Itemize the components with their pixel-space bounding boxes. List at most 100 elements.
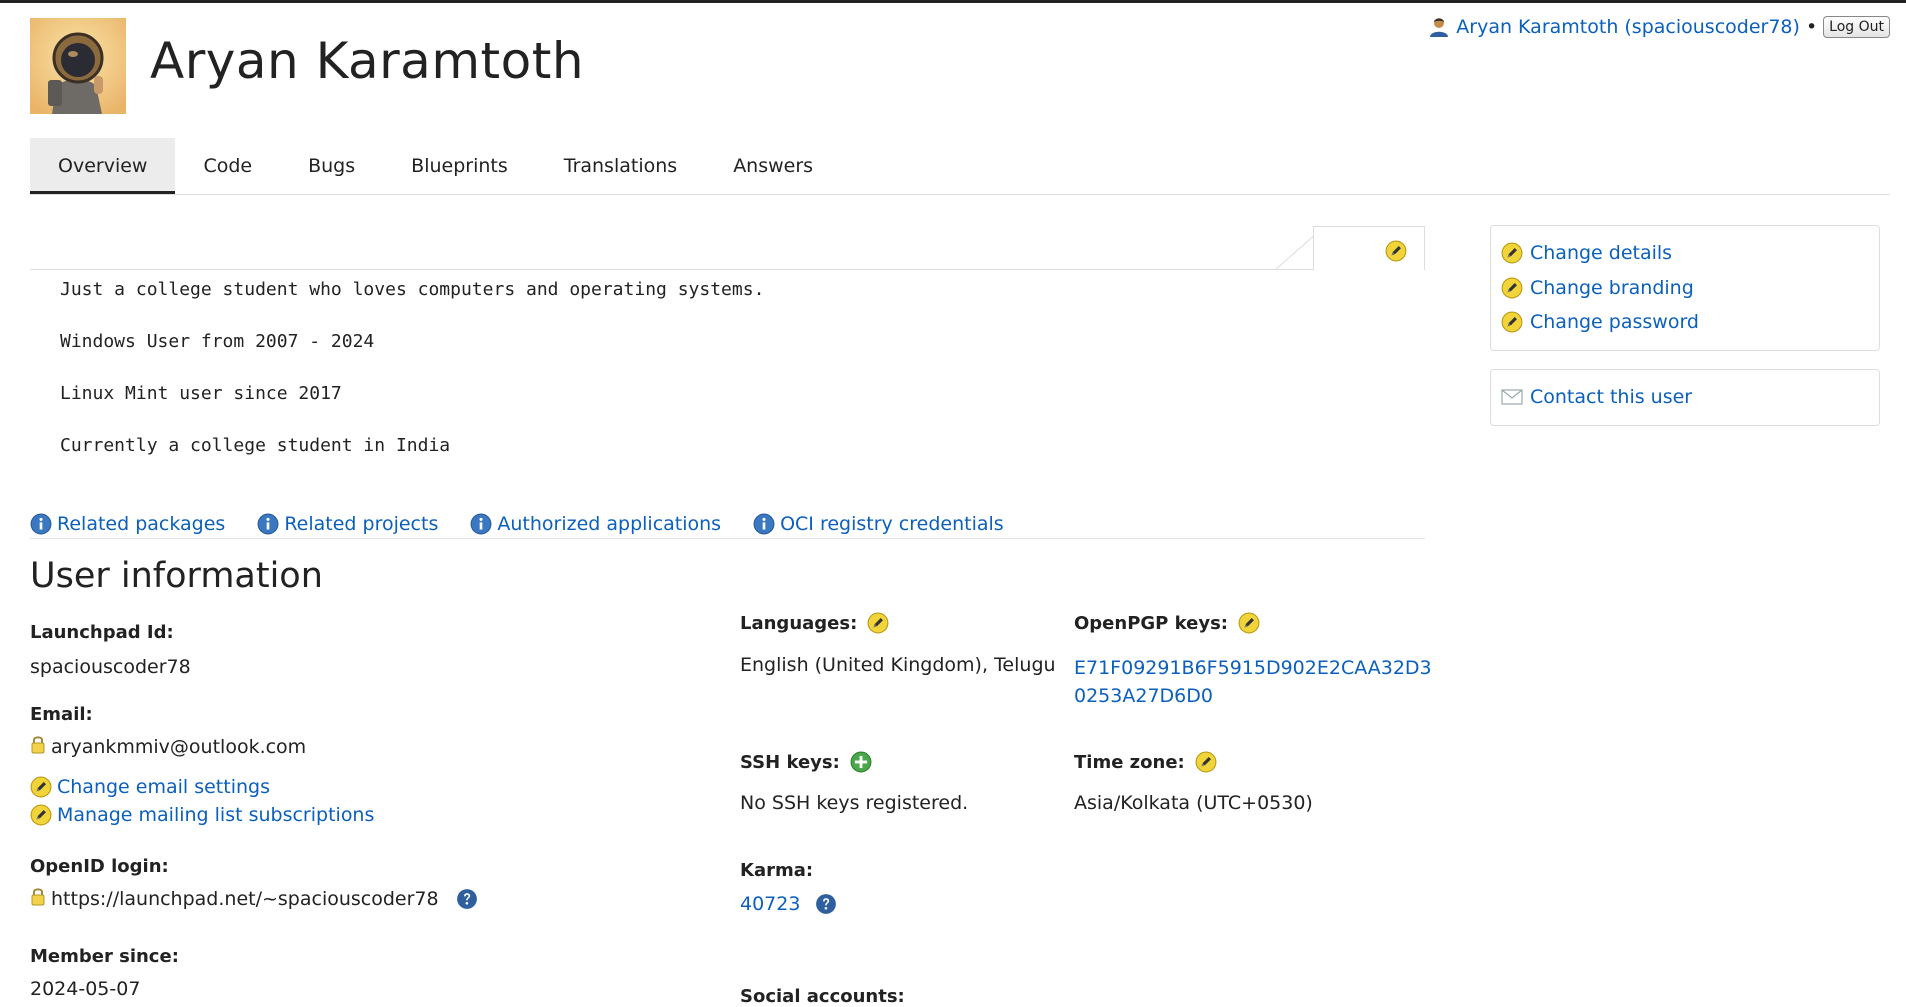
main-tabs: Overview Code Bugs Blueprints Translatio…	[30, 138, 1890, 195]
tab-blueprints[interactable]: Blueprints	[383, 138, 536, 194]
email-label-text: Email:	[30, 704, 93, 725]
tab-answers[interactable]: Answers	[705, 138, 841, 194]
related-links-bar: Related packages Related projects Author…	[30, 510, 1425, 539]
time-zone-label-text: Time zone:	[1074, 751, 1185, 773]
lock-icon	[30, 886, 46, 906]
oci-registry-credentials-label[interactable]: OCI registry credentials	[780, 513, 1004, 535]
change-password-label[interactable]: Change password	[1530, 311, 1699, 333]
launchpad-id-label-text: Launchpad Id:	[30, 622, 174, 643]
openpgp-keys-label-text: OpenPGP keys:	[1074, 612, 1228, 634]
mail-icon	[1501, 389, 1523, 405]
bio-edit-tab	[1313, 226, 1425, 270]
related-projects-link[interactable]: Related projects	[257, 510, 438, 538]
related-projects-label[interactable]: Related projects	[284, 513, 438, 535]
change-branding-link[interactable]: Change branding	[1501, 271, 1869, 306]
login-separator: •	[1805, 16, 1818, 38]
ssh-keys-label-text: SSH keys:	[740, 751, 840, 773]
tab-code[interactable]: Code	[175, 138, 280, 194]
authorized-applications-label[interactable]: Authorized applications	[497, 513, 721, 535]
page-title: Aryan Karamtoth	[150, 32, 585, 90]
bio-line: Currently a college student in India	[60, 435, 451, 456]
bio-line: Just a college student who loves compute…	[60, 279, 765, 300]
section-title-user-information: User information	[30, 556, 323, 596]
contact-box: Contact this user	[1490, 369, 1880, 426]
time-zone-label: Time zone:	[1074, 751, 1217, 773]
contact-user-label[interactable]: Contact this user	[1530, 386, 1692, 408]
edit-icon	[1501, 242, 1523, 264]
edit-icon	[30, 804, 52, 826]
tab-translations[interactable]: Translations	[536, 138, 705, 194]
launchpad-id-label: Launchpad Id:	[30, 622, 174, 643]
edit-icon	[30, 776, 52, 798]
edit-icon	[1501, 277, 1523, 299]
openid-label-text: OpenID login:	[30, 856, 169, 877]
change-details-label[interactable]: Change details	[1530, 242, 1672, 264]
time-zone-value: Asia/Kolkata (UTC+0530)	[1074, 792, 1313, 814]
tab-bugs[interactable]: Bugs	[280, 138, 383, 194]
karma-label: Karma:	[740, 860, 813, 881]
change-email-settings-link[interactable]: Change email settings	[30, 776, 270, 798]
openpgp-fingerprint-line2[interactable]: 0253A27D6D0	[1074, 682, 1432, 710]
member-since-label: Member since:	[30, 946, 179, 967]
help-icon[interactable]	[456, 888, 478, 910]
contact-user-link[interactable]: Contact this user	[1501, 380, 1869, 415]
social-accounts-label-text: Social accounts:	[740, 986, 905, 1007]
languages-label: Languages:	[740, 612, 889, 634]
karma-value-link[interactable]: 40723	[740, 893, 800, 915]
email-label: Email:	[30, 704, 93, 725]
add-ssh-key-icon[interactable]	[850, 751, 872, 773]
social-accounts-label: Social accounts:	[740, 986, 905, 1007]
info-icon	[470, 513, 492, 535]
openid-label: OpenID login:	[30, 856, 169, 877]
bio-edit-strip	[30, 226, 1425, 270]
edit-time-zone-icon[interactable]	[1195, 751, 1217, 773]
email-value: aryankmmiv@outlook.com	[51, 736, 307, 758]
logout-button[interactable]: Log Out	[1823, 16, 1890, 38]
profile-actions-box: Change details Change branding Change pa…	[1490, 225, 1880, 351]
info-icon	[257, 513, 279, 535]
bio-line: Linux Mint user since 2017	[60, 383, 342, 404]
help-icon[interactable]	[815, 893, 837, 915]
openpgp-fingerprint-line1[interactable]: E71F09291B6F5915D902E2CAA32D3	[1074, 654, 1432, 682]
change-email-settings-label[interactable]: Change email settings	[57, 776, 270, 798]
login-bar: Aryan Karamtoth (spaciouscoder78) • Log …	[1428, 16, 1890, 38]
authorized-applications-link[interactable]: Authorized applications	[470, 510, 721, 538]
current-user-link[interactable]: Aryan Karamtoth (spaciouscoder78)	[1456, 16, 1800, 38]
karma-label-text: Karma:	[740, 860, 814, 881]
change-branding-label[interactable]: Change branding	[1530, 277, 1694, 299]
info-icon	[753, 513, 775, 535]
ssh-keys-label: SSH keys:	[740, 751, 872, 773]
openid-value: https://launchpad.net/~spaciouscoder78	[51, 888, 439, 910]
change-details-link[interactable]: Change details	[1501, 236, 1869, 271]
manage-mailing-lists-label[interactable]: Manage mailing list subscriptions	[57, 804, 374, 826]
bio-text: Just a college student who loves compute…	[60, 278, 1400, 486]
edit-languages-icon[interactable]	[867, 612, 889, 634]
member-since-label-text: Member since:	[30, 946, 179, 967]
openpgp-keys-label: OpenPGP keys:	[1074, 612, 1260, 634]
ssh-keys-value: No SSH keys registered.	[740, 792, 969, 814]
edit-icon	[1501, 311, 1523, 333]
languages-value: English (United Kingdom), Telugu	[740, 654, 1056, 676]
lock-icon	[30, 734, 46, 754]
member-since-value: 2024-05-07	[30, 978, 141, 1000]
bio-divider	[30, 269, 1425, 270]
info-icon	[30, 513, 52, 535]
profile-avatar	[30, 18, 126, 114]
openpgp-keys-value: E71F09291B6F5915D902E2CAA32D3 0253A27D6D…	[1074, 654, 1432, 710]
openid-row: https://launchpad.net/~spaciouscoder78	[30, 888, 478, 910]
karma-row: 40723	[740, 893, 837, 915]
languages-label-text: Languages:	[740, 612, 858, 634]
edit-openpgp-icon[interactable]	[1238, 612, 1260, 634]
edit-bio-icon[interactable]	[1385, 240, 1407, 262]
tab-overview[interactable]: Overview	[30, 138, 176, 194]
launchpad-id-value: spaciouscoder78	[30, 656, 191, 678]
user-icon	[1428, 16, 1450, 38]
manage-mailing-lists-link[interactable]: Manage mailing list subscriptions	[30, 804, 374, 826]
change-password-link[interactable]: Change password	[1501, 305, 1869, 340]
related-packages-label[interactable]: Related packages	[57, 513, 225, 535]
top-border	[0, 0, 1906, 3]
oci-registry-credentials-link[interactable]: OCI registry credentials	[753, 510, 1004, 538]
email-row: aryankmmiv@outlook.com	[30, 736, 306, 758]
bio-line: Windows User from 2007 - 2024	[60, 331, 375, 352]
related-packages-link[interactable]: Related packages	[30, 510, 225, 538]
